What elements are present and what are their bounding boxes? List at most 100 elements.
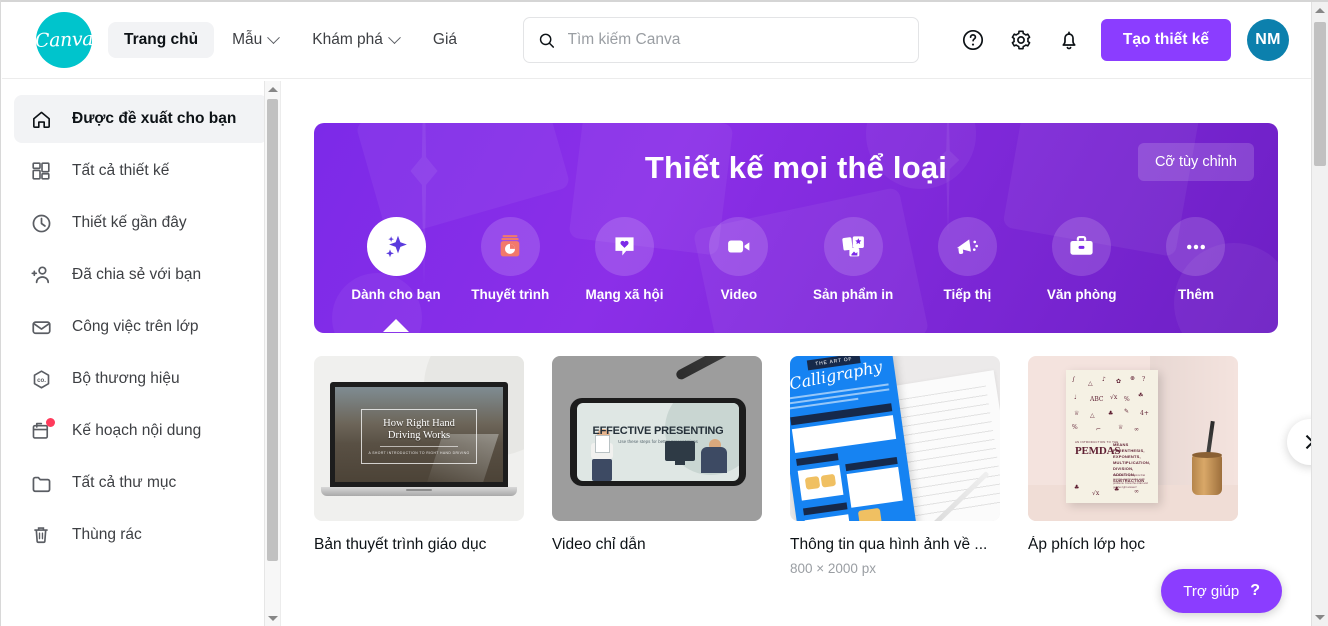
template-card[interactable]: How Right Hand Driving Works A SHORT INTR… bbox=[314, 356, 524, 576]
header-actions: Tạo thiết kế NM bbox=[957, 19, 1289, 61]
browser-scroll-down-button[interactable] bbox=[1312, 609, 1328, 626]
seated-person-body bbox=[701, 447, 727, 473]
chevron-down-icon bbox=[267, 30, 281, 44]
sidebar-item-label: Công việc trên lớp bbox=[72, 318, 199, 335]
nav-item-pricing[interactable]: Giá bbox=[417, 22, 473, 58]
sidebar-item-label: Tất cả thư mục bbox=[72, 474, 177, 491]
nav-item-home-label: Trang chủ bbox=[124, 31, 199, 48]
sparkle-icon bbox=[386, 235, 407, 257]
template-thumbnail[interactable]: ∫ △ ♪ ✿ ⊛ ? ♩ ABC √x % ☘ ♕ △ ♣ ✎ 4+ % ⌐ … bbox=[1028, 356, 1238, 521]
settings-icon-button[interactable] bbox=[1005, 24, 1037, 56]
help-fab-button[interactable]: Trợ giúp ? bbox=[1161, 569, 1282, 613]
sidebar-item-recent-designs[interactable]: Thiết kế gần đây bbox=[14, 199, 268, 247]
brand-kit-icon: co. bbox=[28, 366, 54, 392]
browser-scroll-up-button[interactable] bbox=[1312, 2, 1328, 19]
sidebar-item-content-planner[interactable]: Kế hoạch nội dung bbox=[14, 407, 268, 455]
sidebar-scrollbar-thumb[interactable] bbox=[267, 99, 278, 561]
sidebar-item-label: Đã chia sẻ với bạn bbox=[72, 266, 202, 283]
help-icon-button[interactable] bbox=[957, 24, 989, 56]
category-print-products[interactable]: Sản phẩm in bbox=[805, 217, 901, 302]
sidebar-item-all-designs[interactable]: Tất cả thiết kế bbox=[14, 147, 268, 195]
add-person-icon bbox=[28, 262, 54, 288]
browser-window: Canva Trang chủ Mẫu Khám phá Giá Tìm kiế… bbox=[0, 0, 1328, 626]
category-social-media[interactable]: Mạng xã hội bbox=[577, 217, 673, 302]
person-legs bbox=[592, 459, 612, 481]
category-for-you[interactable]: Dành cho bạn bbox=[348, 217, 444, 332]
search-bar[interactable] bbox=[523, 17, 920, 63]
inbox-icon bbox=[28, 314, 54, 340]
browser-scrollbar[interactable] bbox=[1311, 2, 1328, 626]
category-bubble bbox=[366, 217, 426, 276]
nav-item-pricing-label: Giá bbox=[432, 31, 458, 48]
nav-item-templates[interactable]: Mẫu bbox=[216, 22, 294, 58]
sidebar-item-classwork[interactable]: Công việc trên lớp bbox=[14, 303, 268, 351]
template-card-list: How Right Hand Driving Works A SHORT INTR… bbox=[314, 356, 1311, 576]
category-bubble bbox=[709, 217, 769, 276]
notifications-icon-button[interactable] bbox=[1053, 24, 1085, 56]
sidebar-item-shared-with-you[interactable]: Đã chia sẻ với bạn bbox=[14, 251, 268, 299]
nav-item-home[interactable]: Trang chủ bbox=[108, 22, 215, 58]
create-design-button[interactable]: Tạo thiết kế bbox=[1100, 19, 1231, 61]
sidebar-scrollbar[interactable] bbox=[264, 81, 280, 626]
chevron-down-icon bbox=[388, 30, 401, 44]
category-label: Thêm bbox=[1177, 287, 1214, 302]
laptop-screen: How Right Hand Driving Works A SHORT INTR… bbox=[330, 382, 508, 487]
template-thumbnail[interactable]: THE ART OF Calligraphy bbox=[790, 356, 1000, 521]
category-label: Thuyết trình bbox=[471, 287, 550, 302]
monitor-stand bbox=[675, 461, 685, 465]
triangle-down-icon bbox=[1315, 615, 1325, 620]
category-label: Văn phòng bbox=[1046, 287, 1117, 302]
selected-category-pointer bbox=[383, 319, 409, 332]
print-cards-icon bbox=[841, 236, 864, 257]
slide-text-box: How Right Hand Driving Works A SHORT INTR… bbox=[361, 409, 477, 464]
template-thumbnail[interactable]: EFFECTIVE PRESENTING Use these steps for… bbox=[552, 356, 762, 521]
custom-size-button[interactable]: Cỡ tùy chỉnh bbox=[1137, 143, 1254, 181]
laptop-mockup: How Right Hand Driving Works A SHORT INTR… bbox=[321, 382, 517, 496]
sidebar-item-label: Tất cả thiết kế bbox=[72, 162, 170, 179]
slide-subtext: A SHORT INTRODUCTION TO RIGHT HAND DRIVI… bbox=[368, 451, 470, 455]
template-card-title: Thông tin qua hình ảnh về ... bbox=[790, 536, 988, 553]
sidebar-item-brand-kit[interactable]: co. Bộ thương hiệu bbox=[14, 355, 268, 403]
template-card[interactable]: EFFECTIVE PRESENTING Use these steps for… bbox=[552, 356, 762, 576]
canva-logo[interactable]: Canva bbox=[35, 12, 93, 68]
category-bubble bbox=[823, 217, 883, 276]
sidebar-item-label: Được đề xuất cho bạn bbox=[72, 110, 237, 127]
carousel-next-button[interactable] bbox=[1287, 419, 1311, 465]
question-mark-icon: ? bbox=[1250, 582, 1260, 599]
search-input[interactable] bbox=[567, 31, 905, 49]
slide-heading: How Right Hand Driving Works bbox=[383, 418, 455, 441]
laptop-notch bbox=[406, 489, 432, 491]
nav-item-discover[interactable]: Khám phá bbox=[296, 22, 415, 58]
category-marketing[interactable]: Tiếp thị bbox=[919, 217, 1015, 302]
category-video[interactable]: Video bbox=[691, 217, 787, 302]
sidebar-scroll-down-button[interactable] bbox=[265, 610, 280, 626]
calligraphy-flyer: THE ART OF Calligraphy bbox=[790, 356, 917, 521]
sidebar-item-label: Bộ thương hiệu bbox=[72, 370, 180, 387]
category-presentation[interactable]: Thuyết trình bbox=[462, 217, 558, 302]
design-category-row: Dành cho bạn Thuyết trình Mạng xã hội Vi… bbox=[314, 217, 1278, 332]
phone-screen: EFFECTIVE PRESENTING Use these steps for… bbox=[577, 403, 739, 481]
main-nav: Trang chủ Mẫu Khám phá Giá bbox=[108, 22, 473, 58]
sidebar-item-trash[interactable]: Thùng rác bbox=[14, 511, 268, 559]
template-thumbnail[interactable]: How Right Hand Driving Works A SHORT INTR… bbox=[314, 356, 524, 521]
category-label: Dành cho bạn bbox=[351, 287, 441, 302]
category-office[interactable]: Văn phòng bbox=[1034, 217, 1130, 302]
browser-scrollbar-thumb[interactable] bbox=[1314, 22, 1326, 166]
phone-mockup: EFFECTIVE PRESENTING Use these steps for… bbox=[570, 398, 746, 486]
sidebar-scroll-up-button[interactable] bbox=[265, 81, 280, 97]
nav-item-discover-label: Khám phá bbox=[312, 31, 383, 48]
template-card[interactable]: THE ART OF Calligraphy Thông tin qua hìn… bbox=[790, 356, 1000, 576]
pencil-cup bbox=[1192, 452, 1222, 495]
sidebar-item-label: Kế hoạch nội dung bbox=[72, 422, 202, 439]
home-icon bbox=[28, 106, 54, 132]
template-card[interactable]: ∫ △ ♪ ✿ ⊛ ? ♩ ABC √x % ☘ ♕ △ ♣ ✎ 4+ % ⌐ … bbox=[1028, 356, 1238, 576]
sidebar-item-recommended[interactable]: Được đề xuất cho bạn bbox=[14, 95, 268, 143]
sidebar-item-all-folders[interactable]: Tất cả thư mục bbox=[14, 459, 268, 507]
ellipsis-icon bbox=[1186, 244, 1205, 249]
triangle-up-icon bbox=[1315, 8, 1325, 13]
category-bubble bbox=[1166, 217, 1226, 276]
user-avatar[interactable]: NM bbox=[1247, 19, 1289, 61]
folder-icon bbox=[28, 470, 54, 496]
pemdas-poster: ∫ △ ♪ ✿ ⊛ ? ♩ ABC √x % ☘ ♕ △ ♣ ✎ 4+ % ⌐ … bbox=[1066, 370, 1158, 503]
category-more[interactable]: Thêm bbox=[1148, 217, 1244, 302]
